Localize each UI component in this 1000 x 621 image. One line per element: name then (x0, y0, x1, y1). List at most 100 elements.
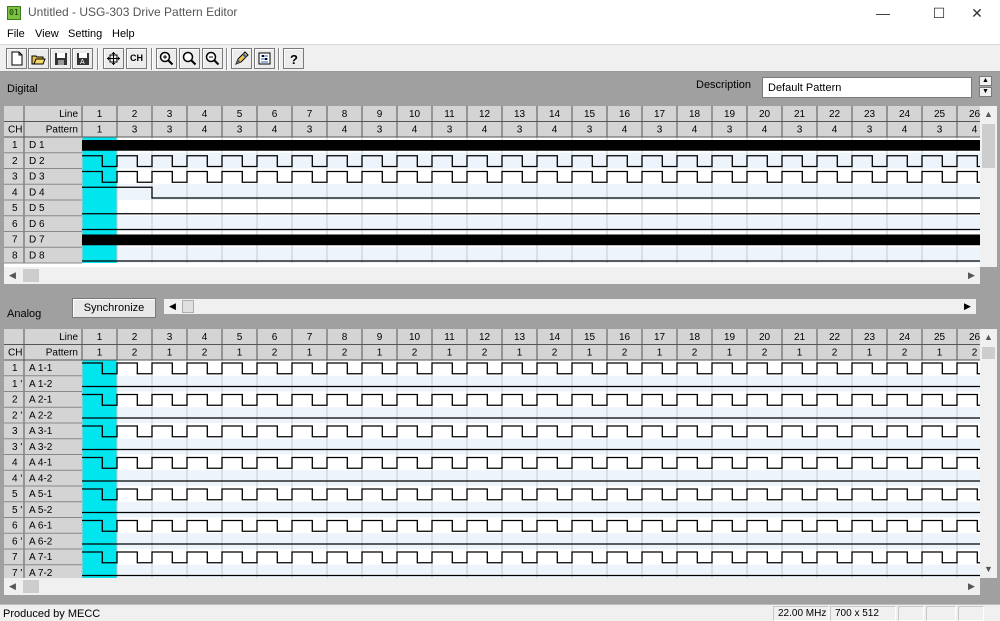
zoom-out-button[interactable] (202, 48, 223, 69)
pattern-number[interactable]: 3 (587, 125, 593, 136)
pattern-number[interactable]: 4 (202, 125, 208, 136)
pattern-number[interactable]: 2 (972, 348, 978, 359)
edit-button[interactable] (231, 48, 252, 69)
pattern-number[interactable]: 1 (937, 348, 943, 359)
pattern-number[interactable]: 3 (517, 125, 523, 136)
channel-row[interactable] (82, 470, 980, 486)
pattern-number[interactable]: 4 (412, 125, 418, 136)
selected-column[interactable] (82, 360, 117, 578)
channel-button[interactable]: CH (126, 48, 147, 69)
scroll-left-arrow-icon[interactable]: ◀ (4, 267, 21, 284)
pattern-number[interactable]: 2 (342, 348, 348, 359)
pattern-number[interactable]: 3 (657, 125, 663, 136)
pattern-number[interactable]: 4 (342, 125, 348, 136)
open-button[interactable] (28, 48, 49, 69)
digital-vertical-scrollbar[interactable]: ▲ (980, 106, 997, 267)
menu-setting[interactable]: Setting (68, 28, 102, 40)
pattern-number[interactable]: 3 (132, 125, 138, 136)
channel-row[interactable] (82, 375, 980, 392)
scroll-left-arrow-icon[interactable]: ◀ (164, 299, 181, 314)
pattern-number[interactable]: 4 (692, 125, 698, 136)
menu-view[interactable]: View (35, 28, 59, 40)
pattern-number[interactable]: 1 (727, 348, 733, 359)
pattern-number[interactable]: 4 (972, 125, 978, 136)
pattern-number[interactable]: 1 (657, 348, 663, 359)
pattern-number[interactable]: 2 (832, 348, 838, 359)
pattern-number[interactable]: 2 (902, 348, 908, 359)
pattern-number[interactable]: 3 (307, 125, 313, 136)
scroll-right-arrow-icon[interactable]: ▶ (963, 578, 980, 595)
pattern-number[interactable]: 1 (517, 348, 523, 359)
channel-row[interactable] (82, 407, 980, 423)
scroll-thumb[interactable] (23, 269, 39, 282)
menu-help[interactable]: Help (112, 28, 135, 40)
pattern-number[interactable]: 3 (797, 125, 803, 136)
description-input[interactable] (762, 77, 972, 98)
analog-top-scrollbar[interactable]: ◀ ▶ (163, 298, 976, 315)
pattern-number[interactable]: 3 (377, 125, 383, 136)
pattern-number[interactable]: 4 (762, 125, 768, 136)
channel-row[interactable] (82, 533, 980, 549)
channel-row[interactable] (82, 501, 980, 518)
pattern-number[interactable]: 3 (167, 125, 173, 136)
pattern-number[interactable]: 1 (797, 348, 803, 359)
pattern-number[interactable]: 4 (832, 125, 838, 136)
digital-pattern-grid[interactable]: LinePatternCH112333445364738493104113124… (4, 106, 980, 267)
pattern-number[interactable]: 4 (552, 125, 558, 136)
analog-pattern-grid[interactable]: LinePatternCH112231425162718291102111122… (4, 329, 980, 578)
new-file-button[interactable] (6, 48, 27, 69)
pattern-number[interactable]: 2 (482, 348, 488, 359)
zoom-button[interactable] (179, 48, 200, 69)
save-as-button[interactable]: A (72, 48, 93, 69)
pattern-number[interactable]: 2 (132, 348, 138, 359)
pattern-number[interactable]: 2 (202, 348, 208, 359)
scroll-thumb[interactable] (182, 300, 194, 313)
pattern-number[interactable]: 3 (237, 125, 243, 136)
scroll-up-arrow-icon[interactable]: ▲ (980, 106, 997, 123)
settings-button[interactable] (254, 48, 275, 69)
scroll-thumb[interactable] (23, 580, 39, 593)
pattern-number[interactable]: 1 (97, 125, 103, 136)
pattern-number[interactable]: 1 (97, 348, 103, 359)
description-spin-up[interactable]: ▲ (979, 76, 992, 86)
menu-file[interactable]: File (7, 28, 25, 40)
channel-row[interactable] (82, 438, 980, 455)
pattern-number[interactable]: 2 (552, 348, 558, 359)
scroll-thumb[interactable] (982, 347, 995, 359)
scroll-up-arrow-icon[interactable]: ▲ (980, 329, 997, 346)
scroll-thumb[interactable] (982, 124, 995, 168)
pattern-number[interactable]: 3 (867, 125, 873, 136)
pattern-number[interactable]: 2 (692, 348, 698, 359)
pattern-number[interactable]: 2 (272, 348, 278, 359)
scroll-left-arrow-icon[interactable]: ◀ (4, 578, 21, 595)
pattern-number[interactable]: 3 (937, 125, 943, 136)
pattern-number[interactable]: 3 (447, 125, 453, 136)
pattern-number[interactable]: 1 (167, 348, 173, 359)
pattern-number[interactable]: 4 (482, 125, 488, 136)
pattern-number[interactable]: 1 (377, 348, 383, 359)
scroll-down-arrow-icon[interactable]: ▼ (980, 561, 997, 578)
help-button[interactable]: ? (283, 48, 304, 69)
pattern-number[interactable]: 4 (622, 125, 628, 136)
pattern-number[interactable]: 2 (622, 348, 628, 359)
scroll-right-arrow-icon[interactable]: ▶ (959, 299, 976, 314)
pattern-number[interactable]: 1 (237, 348, 243, 359)
description-spin-down[interactable]: ▼ (979, 87, 992, 97)
minimize-icon[interactable]: — (860, 0, 906, 26)
zoom-in-button[interactable] (156, 48, 177, 69)
close-icon[interactable]: ✕ (954, 0, 1000, 26)
pattern-number[interactable]: 1 (867, 348, 873, 359)
analog-horizontal-scrollbar[interactable]: ◀ ▶ (4, 578, 980, 595)
pattern-number[interactable]: 1 (447, 348, 453, 359)
pattern-number[interactable]: 4 (902, 125, 908, 136)
synchronize-button[interactable]: Synchronize (72, 298, 156, 318)
pattern-number[interactable]: 3 (727, 125, 733, 136)
save-button[interactable] (50, 48, 71, 69)
pattern-number[interactable]: 4 (272, 125, 278, 136)
analog-vertical-scrollbar[interactable]: ▲ ▼ (980, 329, 997, 578)
pattern-number[interactable]: 1 (307, 348, 313, 359)
pattern-number[interactable]: 2 (412, 348, 418, 359)
pattern-number[interactable]: 1 (587, 348, 593, 359)
move-button[interactable] (103, 48, 124, 69)
scroll-right-arrow-icon[interactable]: ▶ (963, 267, 980, 284)
